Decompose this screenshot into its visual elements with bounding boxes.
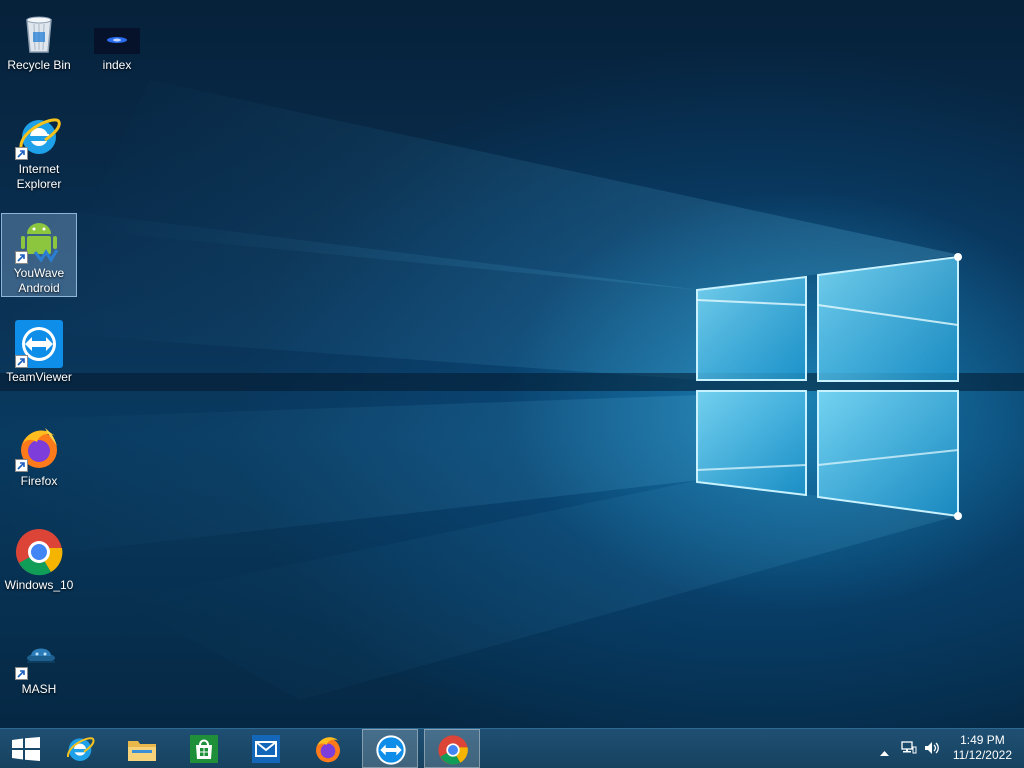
- taskbar: 1:49 PM 11/12/2022: [0, 728, 1024, 768]
- internet-explorer-icon: [67, 737, 95, 761]
- shortcut-arrow-icon: [15, 355, 28, 368]
- network-icon[interactable]: [901, 741, 917, 760]
- teamviewer-icon: [15, 320, 63, 368]
- clock-date: 11/12/2022: [952, 748, 1012, 762]
- store-icon: [190, 735, 218, 763]
- taskbar-store[interactable]: [176, 729, 232, 768]
- desktop-icon-firefox[interactable]: Firefox: [1, 422, 77, 489]
- system-tray: 1:49 PM 11/12/2022: [864, 729, 1024, 768]
- clock[interactable]: 1:49 PM 11/12/2022: [953, 733, 1012, 763]
- desktop-icon-windows-10[interactable]: Windows_10: [1, 526, 77, 593]
- desktop-icon-teamviewer[interactable]: TeamViewer: [1, 318, 77, 385]
- taskbar-firefox[interactable]: [300, 729, 356, 768]
- taskbar-mail[interactable]: [238, 729, 294, 768]
- taskbar-chrome[interactable]: [424, 729, 480, 768]
- clock-time: 1:49 PM: [960, 733, 1005, 747]
- internet-explorer-icon: [15, 112, 63, 160]
- volume-icon[interactable]: [924, 741, 940, 760]
- mail-icon: [252, 735, 280, 763]
- chevron-up-icon[interactable]: [880, 744, 889, 762]
- desktop-icon-label: TeamViewer: [6, 370, 72, 384]
- desktop-icon-internet-explorer[interactable]: Internet Explorer: [1, 110, 77, 192]
- desktop-icon-index[interactable]: index: [79, 6, 155, 73]
- shortcut-arrow-icon: [15, 251, 28, 264]
- android-icon: [15, 216, 63, 264]
- desktop[interactable]: Recycle Bin index Internet Explorer YouW…: [0, 0, 1024, 728]
- desktop-icon-label: index: [102, 58, 132, 72]
- chrome-icon: [438, 735, 468, 765]
- taskbar-teamviewer[interactable]: [362, 729, 418, 768]
- desktop-icon-mash[interactable]: MASH: [1, 630, 77, 697]
- taskbar-file-explorer[interactable]: [114, 729, 170, 768]
- firefox-icon: [316, 737, 340, 763]
- folder-icon: [128, 741, 156, 761]
- recycle-bin-icon: [15, 8, 63, 56]
- teamviewer-icon: [376, 735, 406, 765]
- shortcut-arrow-icon: [15, 459, 28, 472]
- desktop-icon-label: MASH: [21, 682, 57, 696]
- desktop-icon-youwave-android[interactable]: YouWave Android: [1, 213, 77, 297]
- taskbar-internet-explorer[interactable]: [52, 729, 108, 768]
- index-thumbnail-icon: [93, 8, 141, 56]
- chrome-icon: [15, 528, 63, 576]
- desktop-icon-label: Internet Explorer: [16, 162, 62, 191]
- firefox-icon: [15, 424, 63, 472]
- mash-icon: [15, 632, 63, 680]
- desktop-icon-label: Firefox: [20, 474, 58, 488]
- desktop-icon-label: YouWave Android: [13, 266, 65, 295]
- start-button[interactable]: [0, 729, 56, 768]
- desktop-icon-recycle-bin[interactable]: Recycle Bin: [1, 6, 77, 73]
- shortcut-arrow-icon: [15, 667, 28, 680]
- desktop-icon-label: Windows_10: [4, 578, 74, 592]
- shortcut-arrow-icon: [15, 147, 28, 160]
- desktop-icon-label: Recycle Bin: [7, 58, 71, 72]
- wallpaper-windows-logo: [0, 80, 1024, 700]
- windows-logo-icon: [12, 737, 40, 761]
